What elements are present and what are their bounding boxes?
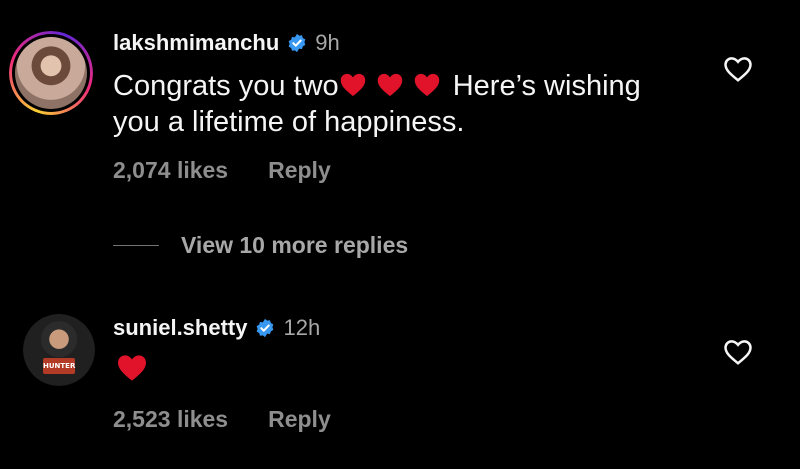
divider bbox=[113, 245, 159, 246]
heart-outline-icon[interactable] bbox=[723, 55, 753, 83]
verified-badge-icon bbox=[257, 318, 274, 338]
likes-count[interactable]: 2,523 likes bbox=[113, 406, 228, 433]
comment-meta: 2,523 likes Reply bbox=[113, 406, 331, 433]
comment-text: Congrats you two Here’s wishing you a li… bbox=[113, 70, 641, 138]
reply-button[interactable]: Reply bbox=[268, 157, 331, 184]
heart-outline-icon[interactable] bbox=[723, 338, 753, 366]
likes-count[interactable]: 2,074 likes bbox=[113, 157, 228, 184]
story-ring bbox=[9, 31, 93, 115]
comment-meta: 2,074 likes Reply bbox=[113, 157, 331, 184]
comment-text bbox=[116, 352, 676, 389]
avatar[interactable] bbox=[9, 31, 93, 115]
avatar[interactable]: HUNTER bbox=[23, 314, 95, 386]
avatar-image bbox=[15, 37, 87, 109]
avatar-badge: HUNTER bbox=[43, 358, 75, 374]
reply-button[interactable]: Reply bbox=[268, 406, 331, 433]
avatar-image: HUNTER bbox=[23, 314, 95, 386]
red-heart-icon bbox=[414, 73, 439, 97]
view-more-replies[interactable]: View 10 more replies bbox=[113, 232, 408, 259]
red-heart-icon bbox=[377, 73, 402, 97]
red-heart-icon bbox=[118, 355, 146, 381]
username[interactable]: suniel.shetty bbox=[113, 315, 247, 341]
username[interactable]: lakshmimanchu bbox=[113, 30, 279, 56]
timestamp: 12h bbox=[283, 315, 321, 340]
comment-header: lakshmimanchu 9h bbox=[113, 30, 340, 56]
verified-badge-icon bbox=[288, 33, 306, 53]
view-replies-label: View 10 more replies bbox=[181, 232, 409, 258]
comment-header: suniel.shetty 12h bbox=[113, 315, 320, 341]
timestamp: 9h bbox=[315, 30, 340, 55]
red-heart-icon bbox=[340, 73, 365, 97]
